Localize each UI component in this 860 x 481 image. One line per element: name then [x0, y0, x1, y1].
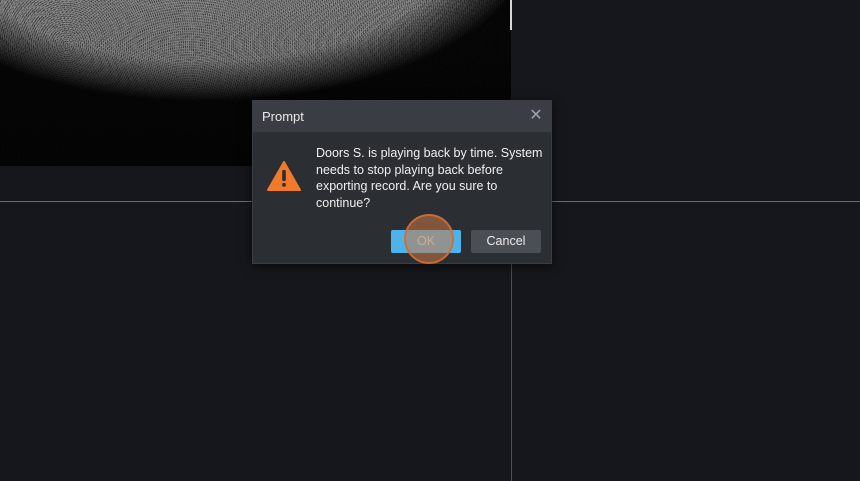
cancel-button[interactable]: Cancel — [471, 230, 541, 253]
warning-icon — [267, 161, 301, 191]
video-pane-border — [510, 0, 512, 30]
dialog-message: Doors S. is playing back by time. System… — [316, 146, 543, 210]
prompt-dialog: Prompt ✕ Doors S. is playing back by tim… — [252, 100, 552, 264]
dialog-header: Prompt ✕ — [253, 101, 551, 132]
playback-window: Prompt ✕ Doors S. is playing back by tim… — [0, 0, 860, 481]
close-icon[interactable]: ✕ — [527, 107, 545, 125]
dialog-title: Prompt — [262, 109, 304, 124]
ok-button[interactable]: OK — [391, 230, 461, 253]
